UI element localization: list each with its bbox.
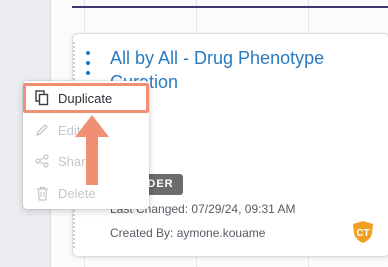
context-menu: Duplicate Edit Share Delete	[23, 81, 149, 209]
menu-item-label: Edit	[58, 122, 81, 138]
owner-initials: CT	[356, 228, 369, 239]
menu-item-share[interactable]: Share	[23, 147, 149, 175]
menu-item-label: Delete	[58, 185, 96, 201]
header-underline	[72, 6, 388, 8]
menu-item-duplicate[interactable]: Duplicate	[23, 84, 149, 112]
menu-item-label: Duplicate	[58, 90, 113, 106]
duplicate-icon	[34, 90, 50, 106]
trash-icon	[34, 185, 50, 201]
card-title[interactable]: All by All - Drug Phenotype Curation	[110, 46, 380, 94]
created-by-text: Created By: aymone.kouame	[110, 226, 266, 240]
menu-item-label: Share	[58, 153, 93, 169]
share-icon	[34, 153, 50, 169]
pencil-icon	[34, 122, 50, 138]
menu-item-delete[interactable]: Delete	[23, 179, 149, 207]
owner-shield-icon: CT	[351, 220, 375, 244]
kebab-dot	[86, 51, 90, 55]
kebab-dot	[86, 71, 90, 75]
kebab-dot	[86, 61, 90, 65]
menu-item-edit[interactable]: Edit	[23, 116, 149, 144]
kebab-menu-button[interactable]	[83, 51, 93, 75]
